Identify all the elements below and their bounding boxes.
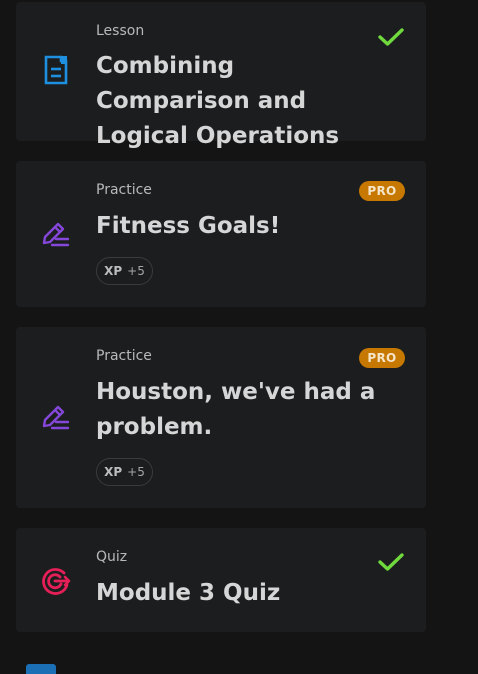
item-type-label: Practice — [96, 182, 152, 198]
item-title: Combining Comparison and Logical Operati… — [96, 53, 340, 149]
xp-label: XP — [104, 465, 123, 479]
check-icon — [378, 27, 404, 47]
item-type-label: Quiz — [96, 549, 128, 565]
pro-badge: PRO — [359, 181, 405, 201]
xp-value: +5 — [127, 264, 145, 278]
item-title: Houston, we've had a problem. — [96, 379, 376, 440]
quiz-card[interactable]: Quiz Module 3 Quiz — [16, 528, 426, 632]
check-icon — [378, 552, 404, 572]
quiz-target-icon — [40, 565, 72, 597]
xp-label: XP — [104, 264, 123, 278]
practice-pencil-icon — [40, 217, 72, 249]
pro-badge: PRO — [359, 348, 405, 368]
item-title: Fitness Goals! — [96, 213, 281, 239]
item-title: Module 3 Quiz — [96, 580, 281, 606]
xp-value: +5 — [127, 465, 145, 479]
xp-pill: XP +5 — [96, 458, 153, 486]
next-item-icon — [26, 664, 56, 674]
item-type-label: Lesson — [96, 23, 145, 39]
xp-pill: XP +5 — [96, 257, 153, 285]
lesson-card[interactable]: Lesson Combining Comparison and Logical … — [16, 2, 426, 149]
lesson-document-icon — [40, 54, 72, 86]
item-type-label: Practice — [96, 348, 152, 364]
practice-card[interactable]: Practice Fitness Goals! PRO XP +5 — [16, 161, 426, 307]
practice-card[interactable]: Practice Houston, we've had a problem. P… — [16, 327, 426, 508]
practice-pencil-icon — [40, 400, 72, 432]
